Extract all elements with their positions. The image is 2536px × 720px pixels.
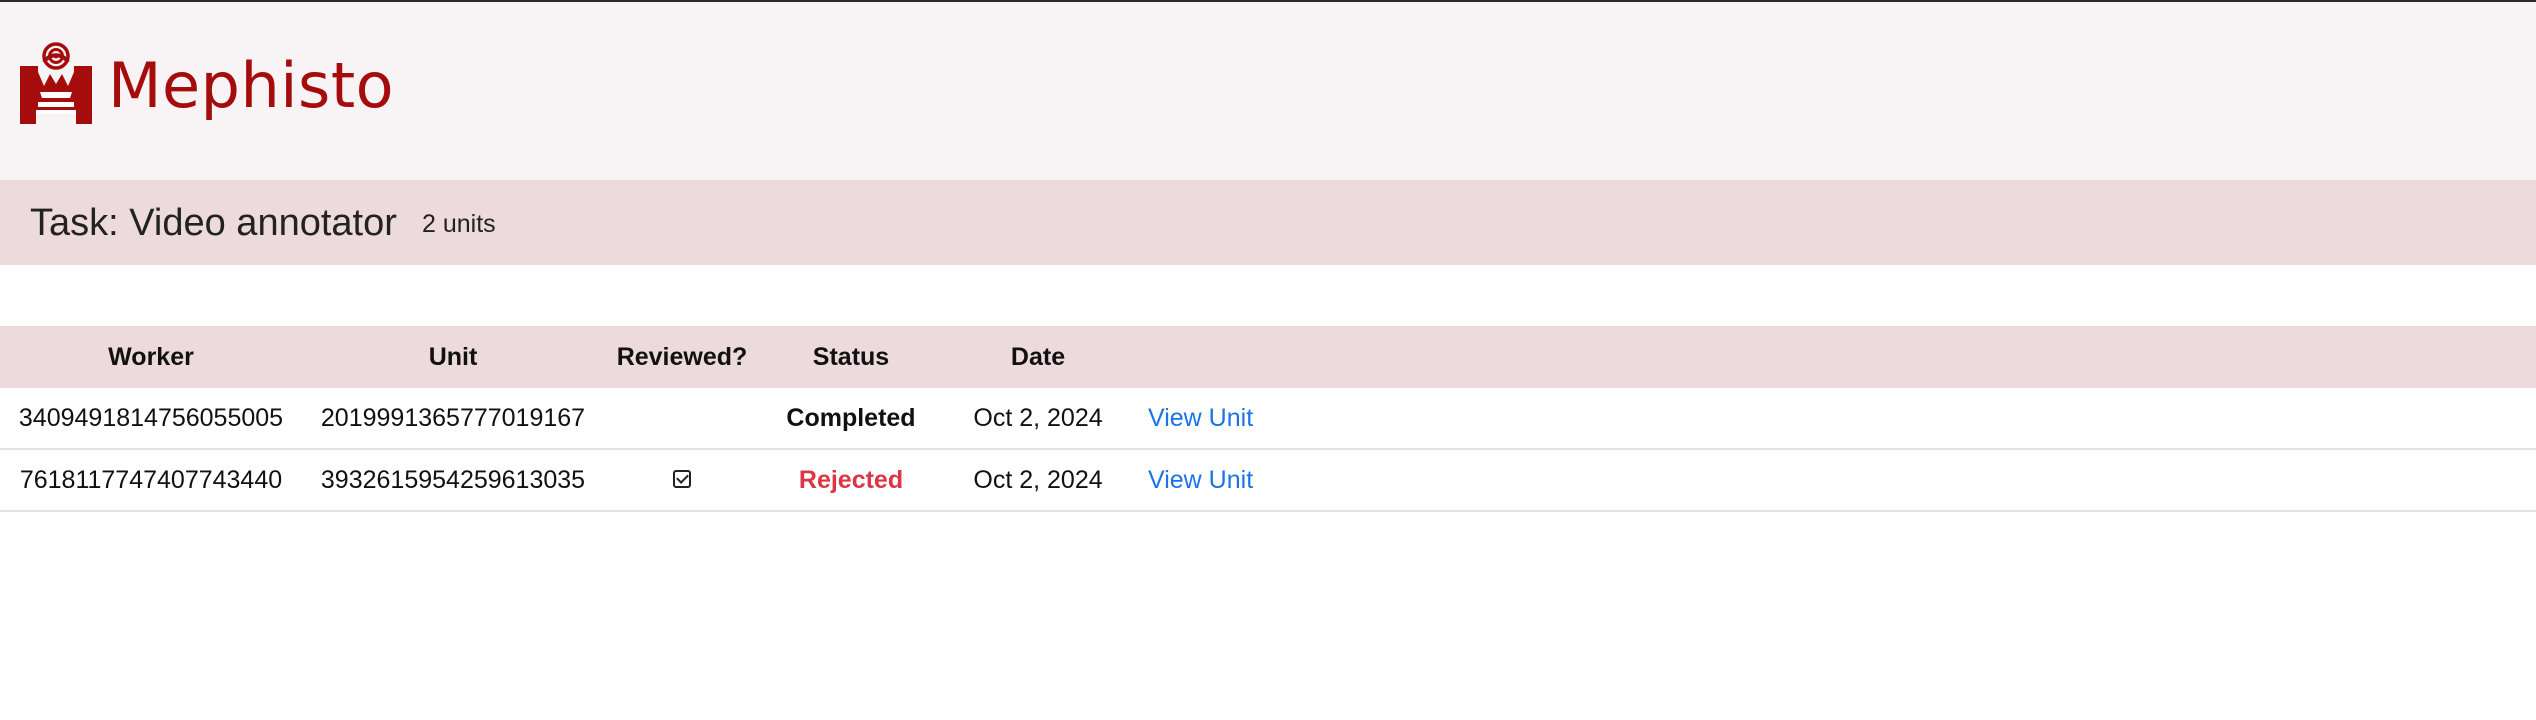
worker-id-cell: 3409491814756055005 <box>18 404 284 432</box>
view-unit-link[interactable]: View Unit <box>1148 404 1253 432</box>
status-cell: Rejected <box>798 466 904 494</box>
table-header: Worker Unit Reviewed? Status Date <box>0 326 2536 388</box>
reviewed-cell <box>604 388 760 448</box>
column-header-unit: Unit <box>428 343 478 371</box>
crown-broadcast-logo-icon[interactable] <box>18 42 94 124</box>
date-cell: Oct 2, 2024 <box>973 404 1103 432</box>
status-cell: Completed <box>786 404 916 432</box>
view-unit-link-cell: View Unit <box>1148 388 1288 448</box>
view-unit-link[interactable]: View Unit <box>1148 466 1253 494</box>
reviewed-cell <box>604 450 760 510</box>
date-cell: Oct 2, 2024 <box>973 466 1103 494</box>
view-unit-link-cell: View Unit <box>1148 450 1288 510</box>
worker-id-cell: 7618117747407743440 <box>19 466 283 494</box>
column-header-reviewed: Reviewed? <box>616 343 748 371</box>
page-title: Task: Video annotator <box>30 202 397 244</box>
app-header: Mephisto <box>0 2 2536 180</box>
table-row: 7618117747407743440 3932615954259613035 … <box>0 450 2536 512</box>
table-row: 3409491814756055005 2019991365777019167 … <box>0 388 2536 450</box>
column-header-date: Date <box>1010 343 1066 371</box>
column-header-status: Status <box>812 343 890 371</box>
unit-id-cell: 3932615954259613035 <box>320 466 586 494</box>
task-bar: Task: Video annotator 2 units <box>0 180 2536 265</box>
column-header-worker: Worker <box>108 343 194 371</box>
app-title[interactable]: Mephisto <box>108 46 394 126</box>
unit-count-badge: 2 units <box>422 210 496 238</box>
unit-id-cell: 2019991365777019167 <box>320 404 586 432</box>
checkbox-checked-icon <box>673 470 691 489</box>
